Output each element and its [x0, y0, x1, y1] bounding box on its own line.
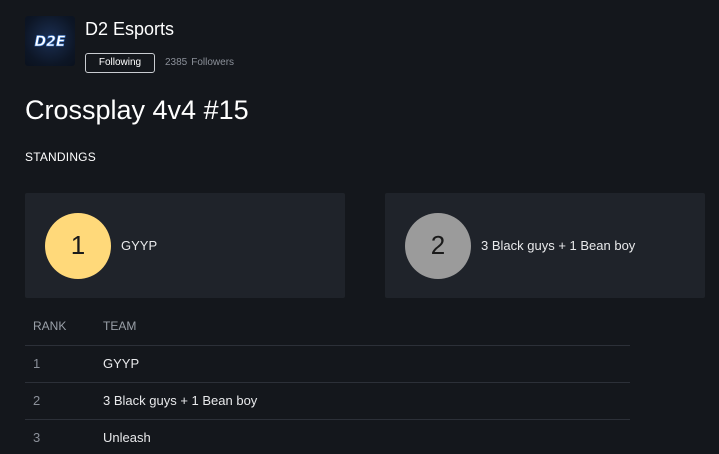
podium-team-name[interactable]: 3 Black guys + 1 Bean boy [481, 238, 635, 253]
podium-card-second: 2 3 Black guys + 1 Bean boy [385, 193, 705, 298]
row-team[interactable]: GYYP [103, 345, 630, 383]
row-team[interactable]: Unleash [103, 419, 630, 454]
row-rank: 3 [25, 419, 103, 454]
tournament-page: D2E D2 Esports Following 2385 Followers … [0, 0, 719, 454]
d2e-logo-icon: D2E [34, 34, 66, 51]
rank-column-header: RANK [25, 308, 103, 346]
table-header-row: RANK TEAM [25, 308, 630, 346]
followers-number: 2385 [165, 57, 188, 68]
rank-badge-first: 1 [45, 212, 111, 279]
row-rank: 2 [25, 382, 103, 420]
table-row[interactable]: 3 Unleash [25, 419, 630, 454]
logo-text: D2E [35, 34, 66, 50]
standings-heading: STANDINGS [25, 150, 96, 164]
page-title: Crossplay 4v4 #15 [25, 95, 249, 125]
row-team[interactable]: 3 Black guys + 1 Bean boy [103, 382, 630, 420]
table-row[interactable]: 2 3 Black guys + 1 Bean boy [25, 382, 630, 420]
followers-label: Followers [191, 57, 235, 68]
rank-badge-second: 2 [405, 212, 471, 279]
organizer-name[interactable]: D2 Esports [85, 19, 174, 40]
following-button[interactable]: Following [85, 53, 155, 73]
podium-team-name[interactable]: GYYP [121, 238, 157, 253]
table-row[interactable]: 1 GYYP [25, 345, 630, 383]
organizer-logo[interactable]: D2E [25, 16, 75, 66]
podium-card-first: 1 GYYP [25, 193, 345, 298]
row-rank: 1 [25, 345, 103, 383]
standings-table: RANK TEAM 1 GYYP 2 3 Black guys + 1 Bean… [25, 308, 630, 454]
followers-count: 2385 Followers [165, 57, 234, 68]
team-column-header: TEAM [103, 308, 630, 346]
